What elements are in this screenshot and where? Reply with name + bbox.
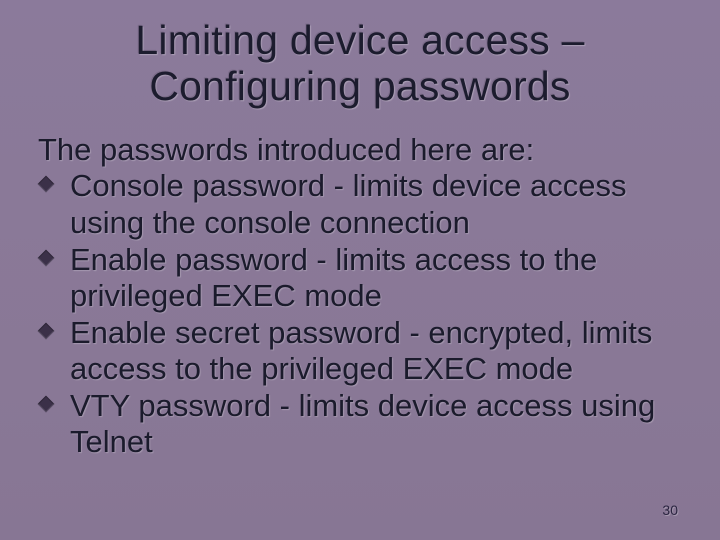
- bullet-text: Enable secret password - encrypted, limi…: [70, 315, 684, 388]
- intro-text: The passwords introduced here are:: [38, 132, 684, 169]
- slide-number: 30: [662, 502, 678, 518]
- bullet-icon: [38, 249, 55, 266]
- title-line-2: Configuring passwords: [149, 63, 570, 109]
- bullet-text: Enable password - limits access to the p…: [70, 242, 684, 315]
- list-item: VTY password - limits device access usin…: [40, 388, 684, 461]
- bullet-icon: [38, 395, 55, 412]
- title-line-1: Limiting device access –: [135, 17, 584, 63]
- bullet-icon: [38, 176, 55, 193]
- slide-title: Limiting device access – Configuring pas…: [36, 18, 684, 110]
- bullet-list: Console password - limits device access …: [40, 168, 684, 461]
- bullet-icon: [38, 322, 55, 339]
- slide: Limiting device access – Configuring pas…: [0, 0, 720, 540]
- bullet-text: Console password - limits device access …: [70, 168, 684, 241]
- bullet-text: VTY password - limits device access usin…: [70, 388, 684, 461]
- list-item: Enable secret password - encrypted, limi…: [40, 315, 684, 388]
- list-item: Console password - limits device access …: [40, 168, 684, 241]
- list-item: Enable password - limits access to the p…: [40, 242, 684, 315]
